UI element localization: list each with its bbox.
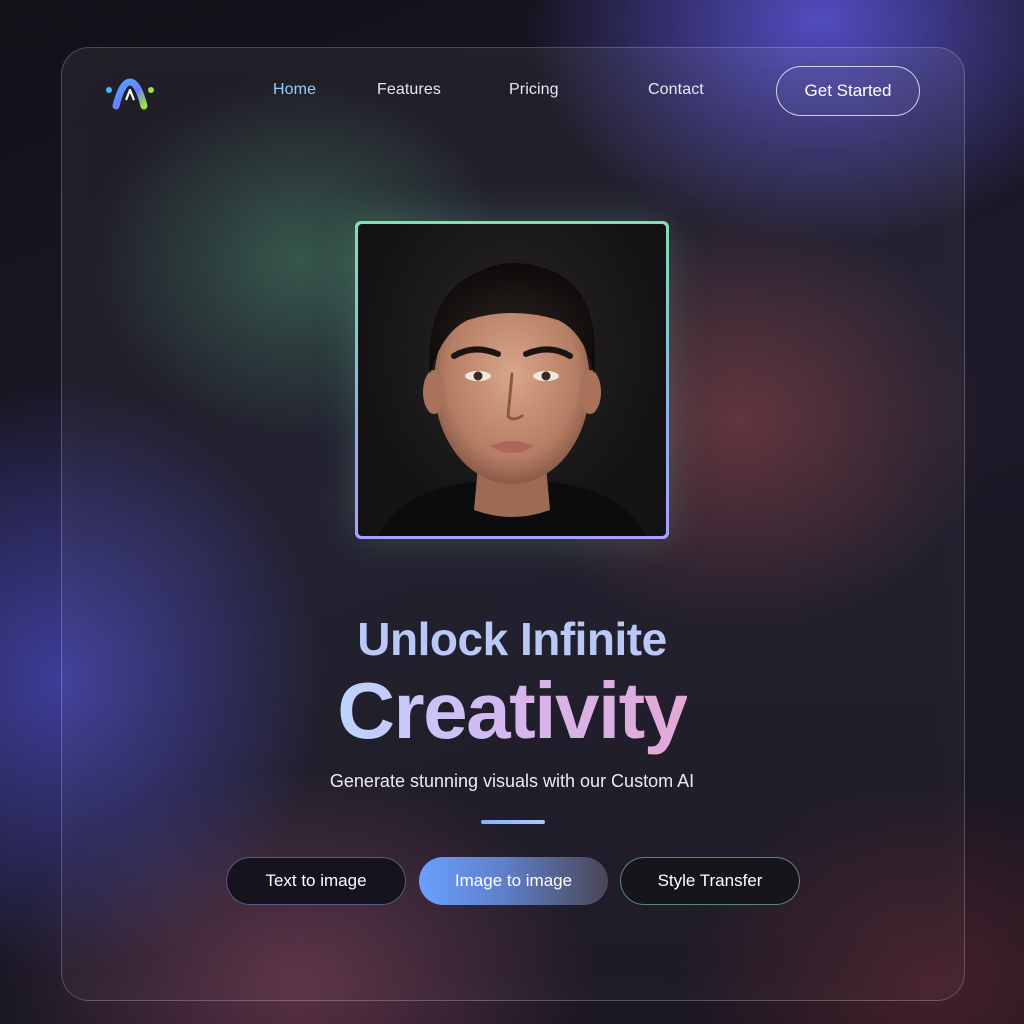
hero-headline-line1: Unlock Infinite <box>357 613 667 665</box>
portrait-image <box>358 224 666 536</box>
nav-pricing[interactable]: Pricing <box>509 81 559 99</box>
mode-image-to-image-button[interactable]: Image to image <box>419 857 608 905</box>
hero-subtitle: Generate stunning visuals with our Custo… <box>329 771 695 791</box>
ai-logo-icon[interactable] <box>104 76 156 112</box>
nav-home[interactable]: Home <box>273 81 316 99</box>
accent-divider <box>481 820 545 824</box>
portrait-frame <box>355 221 669 539</box>
nav-contact[interactable]: Contact <box>648 81 704 99</box>
hero-headline-line2: Creativity <box>0 665 1024 757</box>
mode-text-to-image-button[interactable]: Text to image <box>226 857 406 905</box>
mode-style-transfer-button[interactable]: Style Transfer <box>620 857 800 905</box>
nav-features[interactable]: Features <box>377 81 441 99</box>
hero-headline-gradient-text: Creativity <box>337 666 688 755</box>
get-started-button[interactable]: Get Started <box>776 66 920 116</box>
